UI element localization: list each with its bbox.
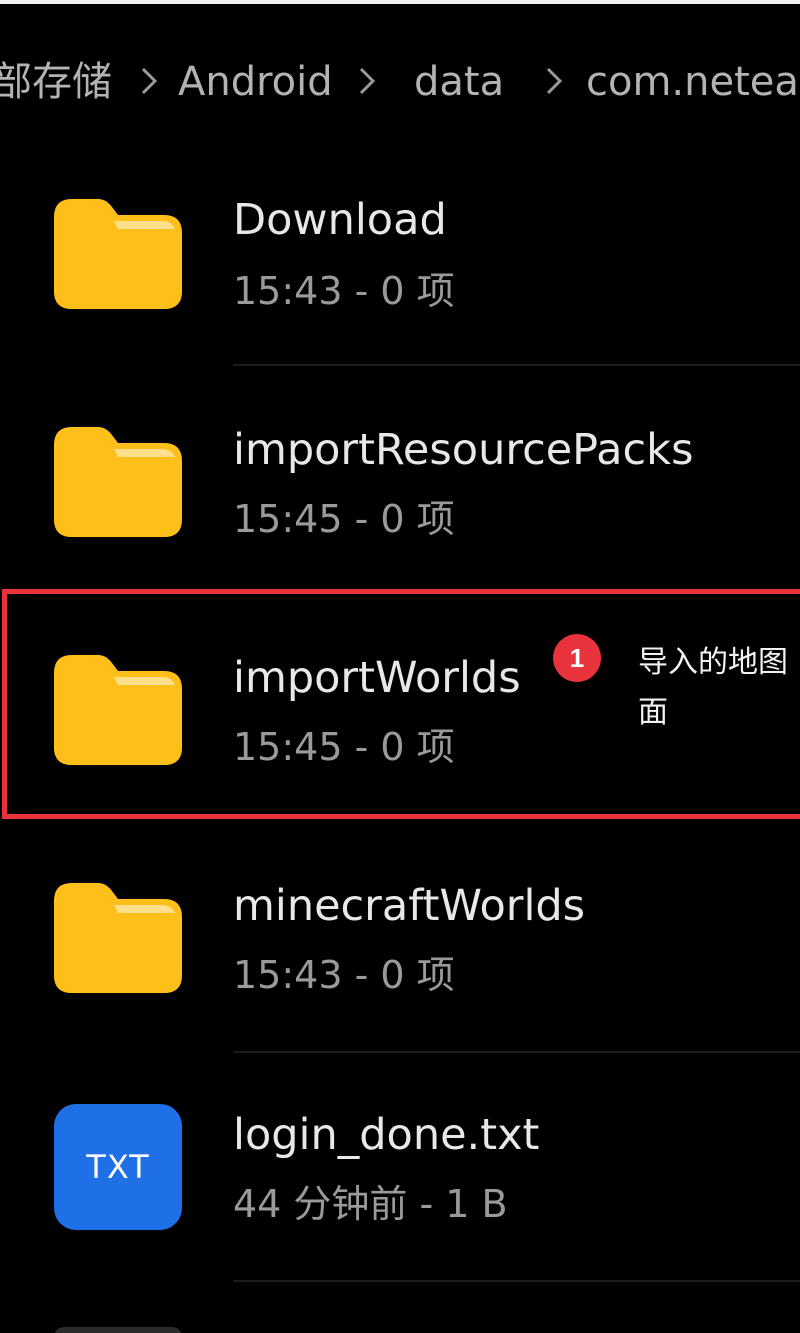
- top-edge: [0, 0, 800, 4]
- file-meta: 44 分钟前 - 1 B: [233, 1182, 508, 1226]
- file-name: minecraftWorlds: [233, 881, 586, 931]
- callout-line: 面: [638, 695, 668, 730]
- list-item[interactable]: Download 15:43 - 0 项: [0, 140, 800, 368]
- file-name: Download: [233, 195, 447, 245]
- next-item-icon: [54, 1327, 182, 1333]
- annotation-callout: 导入的地图 面: [638, 638, 800, 738]
- divider: [233, 364, 800, 366]
- file-name: importWorlds: [233, 653, 521, 703]
- breadcrumb-item-package[interactable]: com.neteas: [586, 58, 800, 106]
- txt-file-icon: TXT: [54, 1104, 182, 1230]
- file-meta: 15:43 - 0 项: [233, 953, 455, 997]
- file-meta: 15:43 - 0 项: [233, 269, 455, 313]
- list-item[interactable]: importResourcePacks 15:45 - 0 项: [0, 368, 800, 596]
- file-meta: 15:45 - 0 项: [233, 725, 455, 769]
- chevron-right-icon: [537, 64, 571, 98]
- breadcrumb-item-storage[interactable]: 部存储: [0, 58, 112, 106]
- file-name: importResourcePacks: [233, 425, 694, 475]
- chevron-right-icon: [132, 64, 166, 98]
- file-meta: 15:45 - 0 项: [233, 497, 455, 541]
- breadcrumb: 部存储 Android data com.neteas: [0, 50, 800, 114]
- list-item[interactable]: minecraftWorlds 15:43 - 0 项: [0, 824, 800, 1052]
- file-manager-screen: 部存储 Android data com.neteas Download 15:…: [0, 0, 800, 1333]
- divider: [233, 1280, 800, 1282]
- breadcrumb-item-data[interactable]: data: [414, 58, 504, 106]
- chevron-right-icon: [350, 64, 384, 98]
- file-name: login_done.txt: [233, 1110, 540, 1160]
- step-badge: 1: [553, 634, 601, 682]
- list-item[interactable]: TXT login_done.txt 44 分钟前 - 1 B: [0, 1053, 800, 1281]
- breadcrumb-item-android[interactable]: Android: [178, 58, 333, 106]
- folder-icon: [54, 427, 182, 537]
- callout-line: 导入的地图: [638, 645, 788, 680]
- folder-icon: [54, 883, 182, 993]
- folder-icon: [54, 199, 182, 309]
- folder-icon: [54, 655, 182, 765]
